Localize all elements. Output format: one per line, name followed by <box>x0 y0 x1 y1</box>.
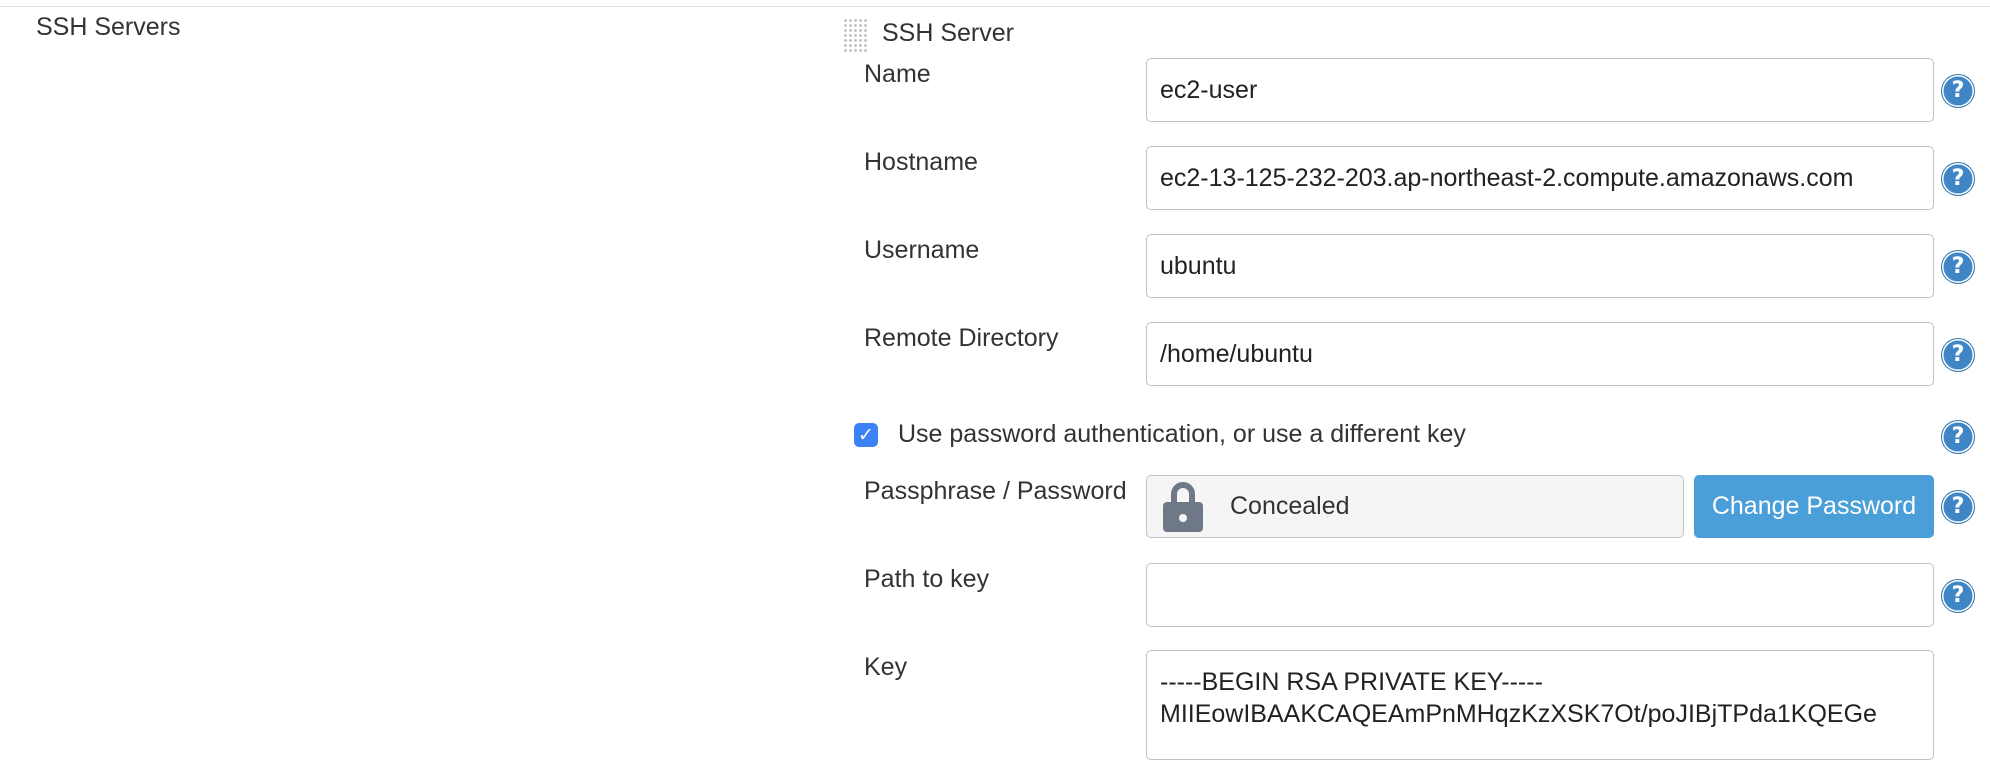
username-label: Username <box>864 236 980 264</box>
key-textarea[interactable]: -----BEGIN RSA PRIVATE KEY----- MIIEowIB… <box>1146 650 1934 760</box>
hostname-help-icon[interactable]: ? <box>1942 163 1974 195</box>
key-label: Key <box>864 653 908 681</box>
name-label: Name <box>864 60 931 88</box>
use-password-help-icon[interactable]: ? <box>1942 421 1974 453</box>
lock-icon <box>1163 481 1203 532</box>
name-help-icon[interactable]: ? <box>1942 75 1974 107</box>
path-to-key-help-icon[interactable]: ? <box>1942 580 1974 612</box>
section-title: SSH Servers <box>36 13 181 41</box>
hostname-label: Hostname <box>864 148 978 176</box>
use-password-checkbox[interactable]: ✓ <box>854 423 878 447</box>
top-divider <box>0 0 1990 7</box>
remote-directory-label: Remote Directory <box>864 324 1059 352</box>
passphrase-label: Passphrase / Password <box>864 477 1127 505</box>
passphrase-help-icon[interactable]: ? <box>1942 491 1974 523</box>
username-field[interactable] <box>1146 234 1934 298</box>
use-password-label[interactable]: Use password authentication, or use a di… <box>898 420 1466 449</box>
remote-directory-help-icon[interactable]: ? <box>1942 339 1974 371</box>
path-to-key-label: Path to key <box>864 565 990 593</box>
hostname-field[interactable] <box>1146 146 1934 210</box>
path-to-key-field[interactable] <box>1146 563 1934 627</box>
drag-handle-icon[interactable] <box>843 18 867 52</box>
passphrase-concealed-field: Concealed <box>1146 475 1684 538</box>
name-field[interactable] <box>1146 58 1934 122</box>
change-password-button[interactable]: Change Password <box>1694 475 1934 538</box>
remote-directory-field[interactable] <box>1146 322 1934 386</box>
username-help-icon[interactable]: ? <box>1942 251 1974 283</box>
server-title: SSH Server <box>882 19 1014 47</box>
passphrase-status: Concealed <box>1230 492 1350 520</box>
